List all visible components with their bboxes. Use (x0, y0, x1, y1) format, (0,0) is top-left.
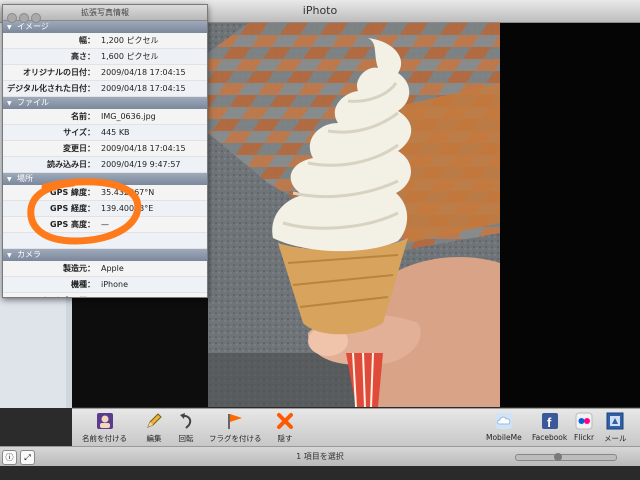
info-value: 2009/04/18 17:04:15 (101, 68, 186, 77)
hide-label: 隠す (277, 434, 293, 443)
section-file-header[interactable]: ▼ ファイル (3, 97, 207, 109)
info-row: ソフトウェア： — (3, 293, 207, 297)
svg-text:f: f (547, 415, 552, 430)
section-title: ファイル (17, 98, 49, 107)
info-value: 2009/04/18 17:04:15 (101, 144, 186, 153)
info-panel-title: 拡張写真情報 (81, 8, 129, 17)
section-file-rows: 名前： IMG_0636.jpg サイズ： 445 KB 変更日： 2009/04/1… (3, 109, 207, 173)
zoom-slider[interactable] (515, 453, 617, 461)
info-row: 製造元： Apple (3, 261, 207, 277)
flag-icon (225, 411, 245, 431)
info-key: 高さ： (71, 52, 95, 61)
disclosure-triangle-icon[interactable]: ▼ (7, 250, 17, 262)
info-key: 製造元： (63, 264, 95, 273)
name-faces-label: 名前を付ける (82, 434, 127, 443)
mail-stamp-icon (605, 411, 625, 431)
facebook-label: Facebook (532, 433, 568, 442)
info-key: 変更日： (63, 144, 95, 153)
info-row: 名前： IMG_0636.jpg (3, 109, 207, 125)
facebook-button[interactable]: f Facebook (532, 411, 567, 442)
flickr-button[interactable]: Flickr (574, 411, 594, 442)
info-key: 名前： (71, 112, 95, 121)
info-key: オリジナルの日付： (23, 68, 95, 77)
info-value: iPhone (101, 280, 129, 289)
rotate-label: 回転 (178, 434, 194, 443)
info-row: デジタル化された日付： 2009/04/18 17:04:15 (3, 81, 207, 97)
hide-x-icon (275, 411, 295, 431)
info-value: 2009/04/18 17:04:15 (101, 84, 186, 93)
info-key: サイズ： (63, 128, 95, 137)
mobileme-button[interactable]: MobileMe (486, 411, 522, 442)
rotate-button[interactable]: 回転 (176, 411, 196, 444)
mobileme-cloud-icon (494, 411, 514, 431)
edit-button[interactable]: 編集 (144, 411, 164, 444)
pencil-icon (144, 411, 164, 431)
info-panel-titlebar[interactable]: 拡張写真情報 (3, 5, 207, 23)
zoom-slider-knob[interactable] (554, 453, 562, 461)
info-value: 2009/04/19 9:47:57 (101, 160, 181, 169)
section-camera-rows: 製造元： Apple 機種： iPhone ソフトウェア： — (3, 261, 207, 297)
extended-photo-info-panel[interactable]: 拡張写真情報 ▼ イメージ 幅： 1,200 ピクセル 高さ： 1,600 ピクセル … (2, 4, 208, 298)
section-image-rows: 幅： 1,200 ピクセル 高さ： 1,600 ピクセル オリジナルの日付： 2009… (3, 33, 207, 97)
face-icon (95, 411, 115, 431)
info-value: 445 KB (101, 128, 130, 137)
flag-button[interactable]: フラグを付ける (209, 411, 262, 444)
mobileme-label: MobileMe (486, 433, 522, 442)
hide-button[interactable]: 隠す (275, 411, 295, 444)
info-row: 機種： iPhone (3, 277, 207, 293)
screen-bottom-edge (0, 466, 640, 480)
info-row: 変更日： 2009/04/18 17:04:15 (3, 141, 207, 157)
photo-ice-cream[interactable] (208, 23, 500, 407)
rotate-icon (176, 411, 196, 431)
info-value: — (101, 296, 109, 297)
info-key: デジタル化された日付： (7, 84, 95, 93)
info-key: 読み込み日： (47, 160, 95, 169)
bottom-toolbar: 名前を付ける 編集 回転 フラグを付ける 隠す MobileMe f Faceb… (72, 408, 640, 447)
flickr-icon (574, 411, 594, 431)
info-row: サイズ： 445 KB (3, 125, 207, 141)
flag-label: フラグを付ける (209, 434, 262, 443)
name-faces-button[interactable]: 名前を付ける (82, 411, 127, 444)
section-camera-header[interactable]: ▼ カメラ (3, 249, 207, 261)
facebook-icon: f (540, 411, 560, 431)
flickr-label: Flickr (574, 433, 595, 442)
handdrawn-highlight-circle (27, 178, 142, 245)
info-value: Apple (101, 264, 124, 273)
info-value: 1,600 ピクセル (101, 52, 159, 61)
section-title: カメラ (17, 250, 41, 259)
mail-button[interactable]: メール (604, 411, 627, 444)
info-row: オリジナルの日付： 2009/04/18 17:04:15 (3, 65, 207, 81)
info-key: ソフトウェア： (3, 295, 95, 297)
mail-label: メール (604, 434, 627, 443)
status-bar: ⓘ ⤢ 1 項目を選択 (0, 446, 640, 467)
info-row: 高さ： 1,600 ピクセル (3, 49, 207, 65)
section-location-rows: GPS 緯度： 35.432667°N GPS 経度： 139.40083°E GP… (3, 178, 207, 249)
edit-label: 編集 (146, 434, 162, 443)
disclosure-triangle-icon[interactable]: ▼ (7, 98, 17, 110)
info-row: 幅： 1,200 ピクセル (3, 33, 207, 49)
info-value: IMG_0636.jpg (101, 112, 156, 121)
info-row: 読み込み日： 2009/04/19 9:47:57 (3, 157, 207, 173)
viewer-margin (500, 23, 640, 407)
info-key: 機種： (71, 280, 95, 289)
info-key: 幅： (79, 36, 95, 45)
info-value: 1,200 ピクセル (101, 36, 159, 45)
